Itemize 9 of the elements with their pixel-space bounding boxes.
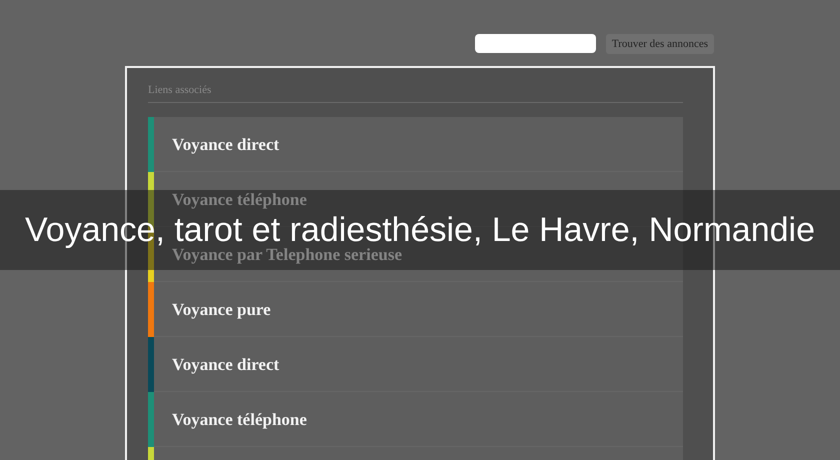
- link-item[interactable]: Voyance téléphone: [172, 190, 307, 208]
- search-button[interactable]: Trouver des annonces: [606, 34, 714, 54]
- link-item[interactable]: Voyance direct: [172, 136, 280, 152]
- link-item[interactable]: Voyance pure: [172, 300, 271, 318]
- link-item[interactable]: Voyance par Telephone serieuse: [172, 246, 402, 262]
- search-field[interactable]: [474, 34, 596, 53]
- link-item[interactable]: Voyance direct: [172, 356, 280, 372]
- link-item[interactable]: Voyance téléphone: [172, 410, 307, 428]
- section-heading: Liens associés: [148, 84, 683, 103]
